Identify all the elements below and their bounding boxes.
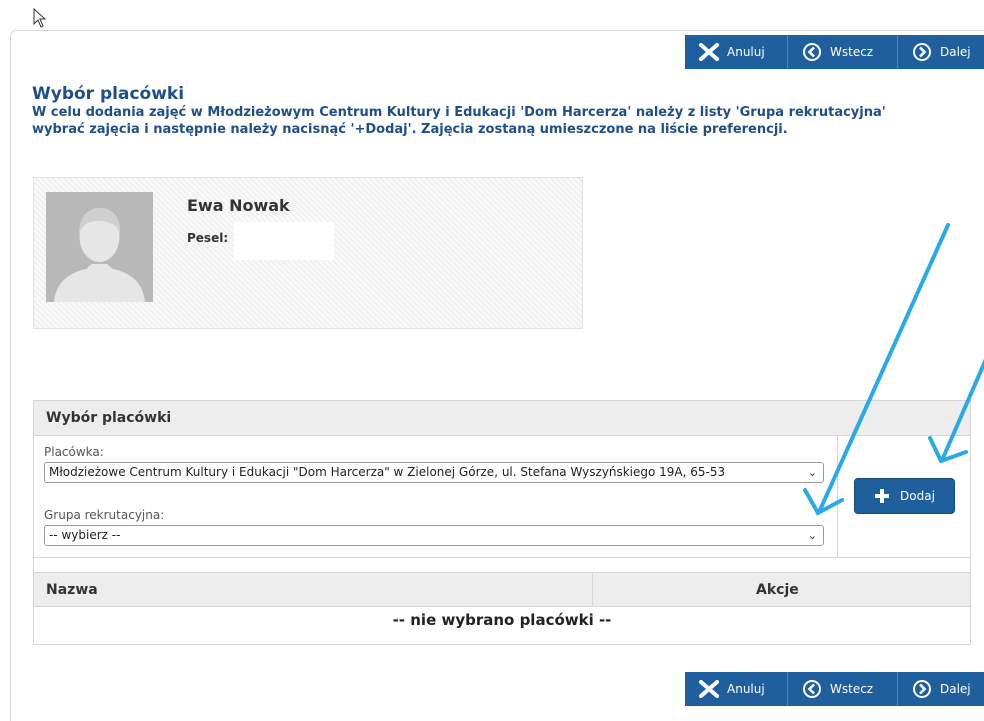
add-button[interactable]: Dodaj <box>854 478 955 514</box>
next-button[interactable]: Dalej <box>898 35 984 69</box>
back-button[interactable]: Wstecz <box>788 35 898 69</box>
candidate-card: Ewa Nowak Pesel: <box>33 177 583 329</box>
close-icon <box>699 680 719 698</box>
next-button[interactable]: Dalej <box>898 672 984 706</box>
column-name-header: Nazwa <box>46 582 98 598</box>
chevron-down-icon: ⌄ <box>807 529 817 542</box>
cancel-label: Anuluj <box>727 682 765 696</box>
facility-label: Placówka: <box>44 445 104 459</box>
next-circle-icon <box>913 43 931 61</box>
user-silhouette-icon <box>46 192 153 302</box>
group-select-value: -- wybierz -- <box>49 528 121 542</box>
back-label: Wstecz <box>830 45 874 59</box>
facility-select-value: Młodzieżowe Centrum Kultury i Edukacji "… <box>49 465 726 479</box>
facility-selection-panel: Wybór placówki Placówka: Młodzieżowe Cen… <box>33 400 971 645</box>
group-label: Grupa rekrutacyjna: <box>44 508 165 522</box>
table-header: Nazwa Akcje <box>34 572 970 607</box>
recruitment-group-select[interactable]: -- wybierz -- ⌄ <box>44 525 824 546</box>
next-label: Dalej <box>940 45 971 59</box>
cancel-button[interactable]: Anuluj <box>685 35 788 69</box>
column-actions-header: Akcje <box>756 582 799 598</box>
mouse-cursor-icon <box>33 8 47 28</box>
back-label: Wstecz <box>830 682 874 696</box>
back-button[interactable]: Wstecz <box>788 672 898 706</box>
page-title: Wybór placówki <box>32 84 185 104</box>
next-circle-icon <box>913 680 931 698</box>
selection-form: Placówka: Młodzieżowe Centrum Kultury i … <box>34 435 838 557</box>
top-toolbar: Anuluj Wstecz Dalej <box>685 35 984 69</box>
chevron-down-icon: ⌄ <box>807 466 817 479</box>
candidate-name: Ewa Nowak <box>187 196 290 215</box>
instructions-text: W celu dodania zajęć w Młodzieżowym Cent… <box>32 105 886 137</box>
column-divider <box>592 573 593 606</box>
cancel-label: Anuluj <box>727 45 765 59</box>
add-label: Dodaj <box>900 489 935 503</box>
back-circle-icon <box>803 680 821 698</box>
bottom-toolbar: Anuluj Wstecz Dalej <box>685 672 984 706</box>
pesel-label: Pesel: <box>187 231 229 245</box>
plus-icon <box>875 489 890 503</box>
avatar <box>46 192 153 302</box>
facility-select[interactable]: Młodzieżowe Centrum Kultury i Edukacji "… <box>44 462 824 483</box>
back-circle-icon <box>803 43 821 61</box>
divider <box>34 557 970 572</box>
cancel-button[interactable]: Anuluj <box>685 672 788 706</box>
panel-title: Wybór placówki <box>34 401 970 436</box>
next-label: Dalej <box>940 682 971 696</box>
close-icon <box>699 43 719 61</box>
page-heading: Wybór placówki W celu dodania zajęć w Mł… <box>32 84 932 138</box>
pesel-value <box>234 222 334 260</box>
empty-table-message: -- nie wybrano placówki -- <box>392 611 612 629</box>
